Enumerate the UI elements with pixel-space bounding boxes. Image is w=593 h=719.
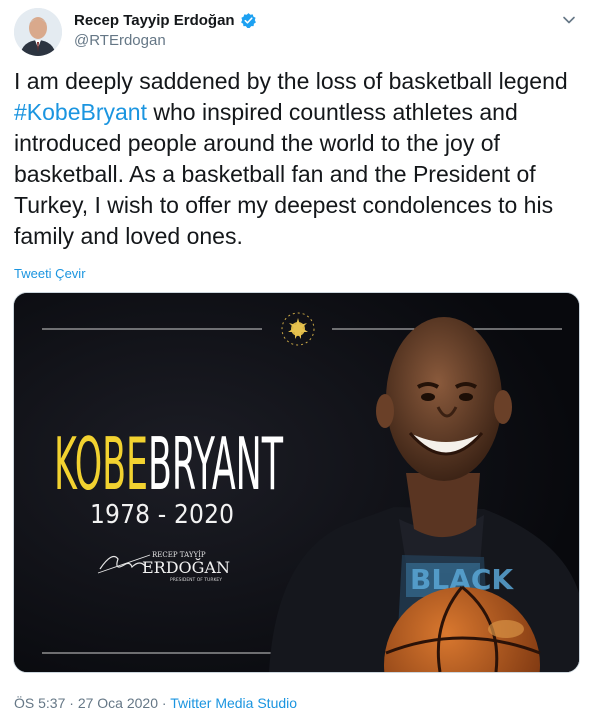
- tweet-text-before: I am deeply saddened by the loss of bask…: [14, 68, 568, 94]
- chevron-down-icon[interactable]: [561, 12, 577, 28]
- author-handle[interactable]: @RTErdogan: [74, 32, 257, 49]
- kobe-first-name: KOBE: [54, 422, 148, 506]
- kobe-last-name: BRYANT: [148, 422, 283, 506]
- meta-separator-2: ·: [161, 695, 167, 711]
- verified-badge-icon: [240, 13, 256, 28]
- tweet-time[interactable]: ÖS 5:37: [14, 695, 65, 711]
- kobe-bryant-title: KOBEBRYANT: [54, 422, 283, 506]
- author-block[interactable]: Recep Tayyip Erdoğan @RTErdogan: [74, 12, 257, 49]
- tweet-source-link[interactable]: Twitter Media Studio: [170, 695, 297, 711]
- years-text: 1978 - 2020: [90, 500, 234, 530]
- tweet-meta: ÖS 5:37 · 27 Oca 2020 · Twitter Media St…: [14, 695, 297, 711]
- signature-title-text: PRESIDENT OF TURKEY: [170, 577, 222, 583]
- tweet-media[interactable]: BLACK KOBEBRYANT 1978 - 2020 RECEP TAYYİ…: [13, 292, 580, 673]
- avatar-image: [14, 8, 62, 56]
- tweet-text: I am deeply saddened by the loss of bask…: [14, 66, 584, 252]
- media-image: BLACK KOBEBRYANT 1978 - 2020 RECEP TAYYİ…: [14, 293, 579, 672]
- avatar[interactable]: [14, 8, 62, 56]
- author-name[interactable]: Recep Tayyip Erdoğan: [74, 12, 235, 29]
- translate-tweet-link[interactable]: Tweeti Çevir: [14, 266, 86, 281]
- meta-separator-1: ·: [69, 695, 74, 711]
- signature-name-text: ERDOĞAN: [142, 557, 230, 577]
- tweet-date[interactable]: 27 Oca 2020: [78, 695, 158, 711]
- tweet-header: Recep Tayyip Erdoğan @RTErdogan: [14, 8, 579, 58]
- hashtag-link[interactable]: #KobeBryant: [14, 99, 147, 125]
